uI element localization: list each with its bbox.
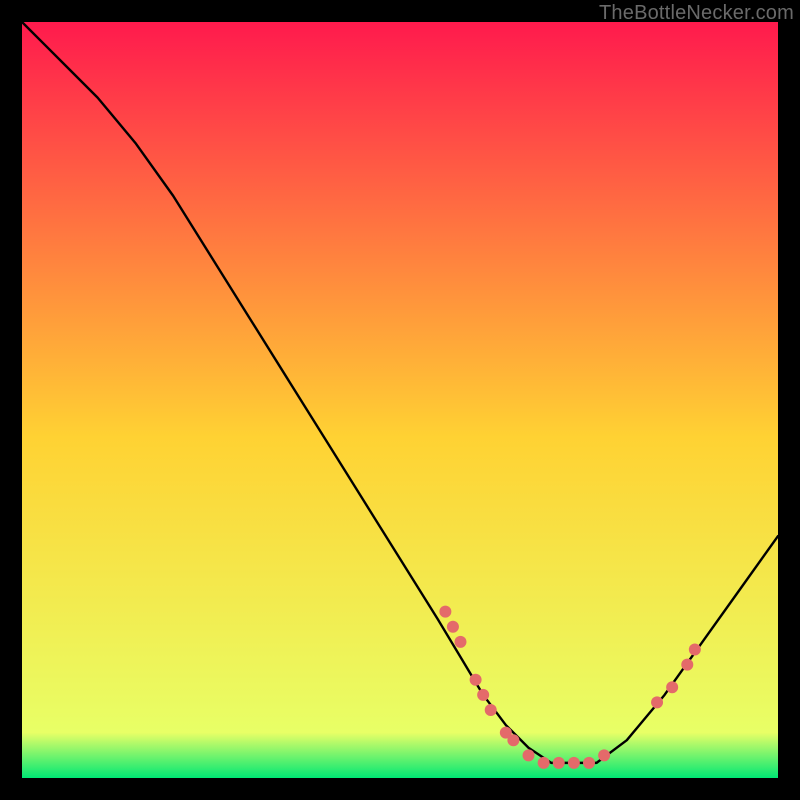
marker-right-a: [651, 696, 663, 708]
marker-right-d: [689, 643, 701, 655]
marker-right-b: [666, 681, 678, 693]
marker-left-cluster-a: [447, 621, 459, 633]
marker-bottom-d: [538, 757, 550, 769]
marker-right-c: [681, 659, 693, 671]
marker-left-cluster-top: [439, 606, 451, 618]
bottleneck-chart: [22, 22, 778, 778]
gradient-background: [22, 22, 778, 778]
marker-bottom-h: [598, 749, 610, 761]
marker-left-cluster-b: [454, 636, 466, 648]
marker-left-cluster-e: [485, 704, 497, 716]
plot-area: [22, 22, 778, 778]
marker-bottom-g: [583, 757, 595, 769]
marker-bottom-b: [507, 734, 519, 746]
marker-left-cluster-d: [477, 689, 489, 701]
watermark-label: TheBottleNecker.com: [599, 2, 794, 25]
marker-bottom-c: [523, 749, 535, 761]
marker-left-cluster-c: [470, 674, 482, 686]
marker-bottom-e: [553, 757, 565, 769]
chart-frame: TheBottleNecker.com: [0, 0, 800, 800]
marker-bottom-f: [568, 757, 580, 769]
